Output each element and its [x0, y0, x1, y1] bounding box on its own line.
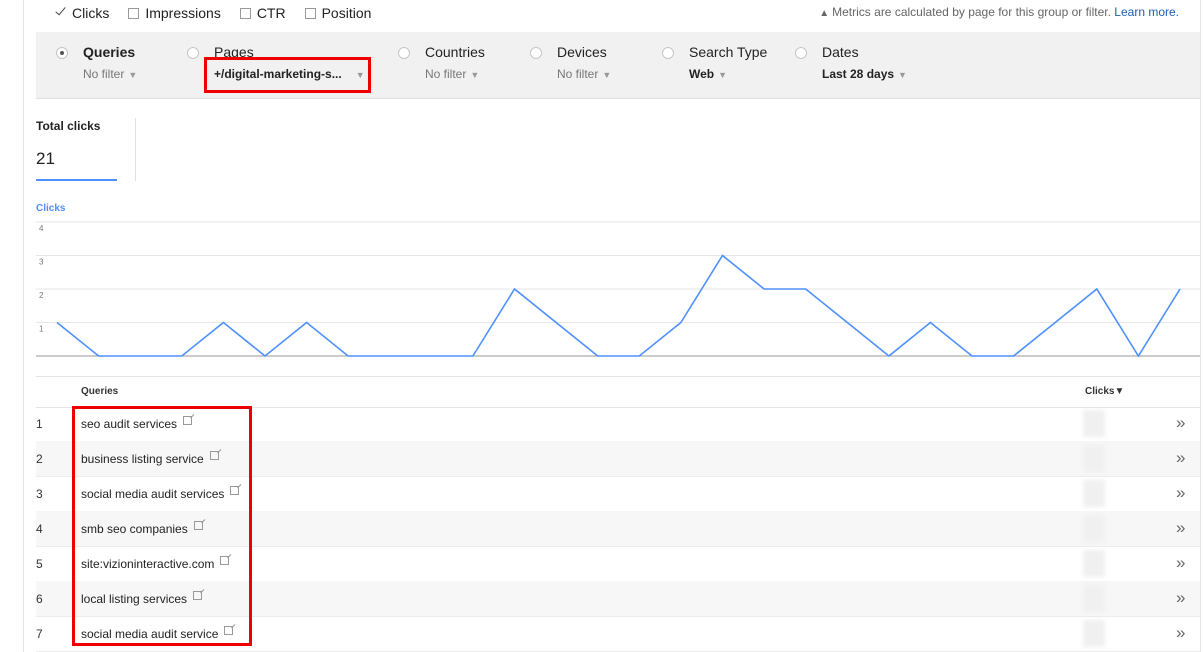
row-expand-icon[interactable]: »: [1176, 553, 1185, 573]
data-point[interactable]: [762, 287, 766, 291]
clicks-value-redacted: [1083, 445, 1105, 472]
data-point[interactable]: [346, 354, 350, 358]
row-expand-icon[interactable]: »: [1176, 448, 1185, 468]
data-point[interactable]: [263, 354, 267, 358]
data-point[interactable]: [804, 287, 808, 291]
clicks-value-redacted: [1083, 620, 1105, 647]
data-point[interactable]: [596, 354, 600, 358]
row-expand-icon[interactable]: »: [1176, 483, 1185, 503]
y-tick-label: 4: [39, 224, 44, 233]
row-number: 5: [36, 557, 43, 571]
data-point[interactable]: [554, 321, 558, 325]
table-header: Queries Clicks▼: [36, 376, 1200, 408]
row-number: 1: [36, 417, 43, 431]
y-tick-label: 3: [39, 258, 44, 267]
data-point[interactable]: [513, 287, 517, 291]
data-point[interactable]: [471, 354, 475, 358]
data-point[interactable]: [970, 354, 974, 358]
row-number: 2: [36, 452, 43, 466]
series-line-clicks: [56, 254, 1181, 358]
data-point[interactable]: [388, 354, 392, 358]
clicks-value-redacted: [1083, 410, 1105, 437]
data-point[interactable]: [1178, 287, 1182, 291]
data-point[interactable]: [721, 254, 725, 258]
clicks-value-redacted: [1083, 550, 1105, 577]
row-expand-icon[interactable]: »: [1176, 623, 1185, 643]
data-point[interactable]: [180, 354, 184, 358]
data-point[interactable]: [637, 354, 641, 358]
data-point[interactable]: [55, 321, 59, 325]
column-header-clicks[interactable]: Clicks▼: [1085, 386, 1124, 397]
data-point[interactable]: [429, 354, 433, 358]
y-tick-label: 1: [39, 325, 44, 334]
column-header-queries[interactable]: Queries: [81, 386, 118, 397]
data-point[interactable]: [1095, 287, 1099, 291]
clicks-value-redacted: [1083, 480, 1105, 507]
row-number: 4: [36, 522, 43, 536]
data-point[interactable]: [887, 354, 891, 358]
data-point[interactable]: [138, 354, 142, 358]
data-point[interactable]: [221, 321, 225, 325]
row-expand-icon[interactable]: »: [1176, 588, 1185, 608]
data-point[interactable]: [845, 321, 849, 325]
row-expand-icon[interactable]: »: [1176, 518, 1185, 538]
data-point[interactable]: [305, 321, 309, 325]
row-number: 3: [36, 487, 43, 501]
row-expand-icon[interactable]: »: [1176, 413, 1185, 433]
data-point[interactable]: [97, 354, 101, 358]
row-number: 6: [36, 592, 43, 606]
clicks-value-redacted: [1083, 515, 1105, 542]
row-number: 7: [36, 627, 43, 641]
data-point[interactable]: [679, 321, 683, 325]
data-point[interactable]: [1012, 354, 1016, 358]
clicks-value-redacted: [1083, 585, 1105, 612]
data-point[interactable]: [1053, 321, 1057, 325]
clicks-line-chart: 4 3 2 1: [36, 221, 1200, 358]
data-point[interactable]: [1136, 354, 1140, 358]
data-point[interactable]: [928, 321, 932, 325]
highlight-queries: [72, 406, 252, 646]
y-tick-label: 2: [39, 291, 44, 300]
